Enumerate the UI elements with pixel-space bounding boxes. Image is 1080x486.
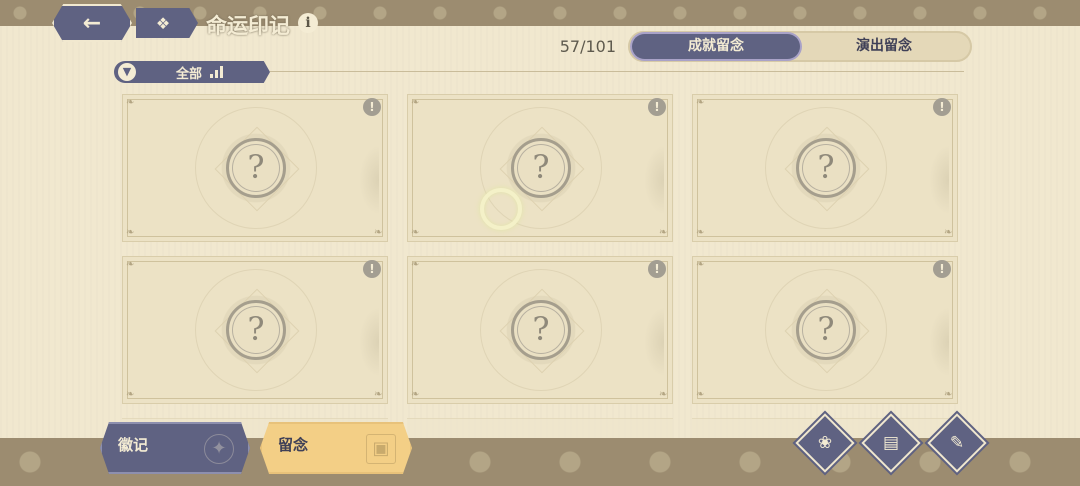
divider <box>270 71 964 72</box>
info-icon[interactable]: i <box>298 13 318 33</box>
memento-card[interactable]: ❧ ❧ ❧ ? ! <box>407 94 673 242</box>
memento-card[interactable]: ❧ ❧ ❧ ? ! <box>692 94 958 242</box>
page-title: 命运印记 <box>206 13 290 38</box>
tab-switch: 成就留念 演出留念 <box>628 31 972 62</box>
menu-button[interactable]: ❖ <box>136 8 198 38</box>
flower-icon: ❀ <box>817 433 833 453</box>
memento-card[interactable]: ❧ ❧ ❧ ? ! <box>122 256 388 404</box>
memento-card[interactable]: ❧ ❧ ❧ ? ! <box>692 256 958 404</box>
arrow-left-icon: ← <box>82 10 102 36</box>
photo-icon: ▣ <box>366 434 396 464</box>
scroll-icon: ✎ <box>949 433 965 453</box>
filter-button[interactable]: ▼ 全部 <box>114 61 270 83</box>
alert-icon: ! <box>363 260 381 278</box>
signal-bars-icon[interactable] <box>210 66 226 78</box>
alert-icon: ! <box>933 98 951 116</box>
emblem-icon: ✦ <box>204 434 234 464</box>
nav-label: 留念 <box>278 436 309 454</box>
alert-icon: ! <box>648 260 666 278</box>
locked-question-icon: ? <box>511 138 571 198</box>
card-row-peek <box>407 418 673 438</box>
filter-label: 全部 <box>176 67 203 82</box>
filter-icon: ▼ <box>118 63 136 81</box>
alert-icon: ! <box>648 98 666 116</box>
locked-question-icon: ? <box>796 138 856 198</box>
memento-card[interactable]: ❧ ❧ ❧ ? ! <box>122 94 388 242</box>
collection-count: 57/101 <box>559 37 616 56</box>
back-button[interactable]: ← <box>52 4 132 42</box>
locked-question-icon: ? <box>226 138 286 198</box>
touch-indicator <box>480 188 522 230</box>
nav-emblem-button[interactable]: 徽记 ✦ <box>100 422 250 474</box>
grid-icon: ❖ <box>155 13 171 33</box>
tab-performance-memento[interactable]: 演出留念 <box>800 34 968 59</box>
book-icon: ▤ <box>882 433 900 453</box>
locked-question-icon: ? <box>796 300 856 360</box>
locked-question-icon: ? <box>511 300 571 360</box>
tab-achievement-memento[interactable]: 成就留念 <box>632 34 800 59</box>
alert-icon: ! <box>363 98 381 116</box>
nav-memento-button[interactable]: 留念 ▣ <box>260 422 412 474</box>
alert-icon: ! <box>933 260 951 278</box>
memento-card[interactable]: ❧ ❧ ❧ ? ! <box>407 256 673 404</box>
locked-question-icon: ? <box>226 300 286 360</box>
nav-label: 徽记 <box>118 436 149 454</box>
